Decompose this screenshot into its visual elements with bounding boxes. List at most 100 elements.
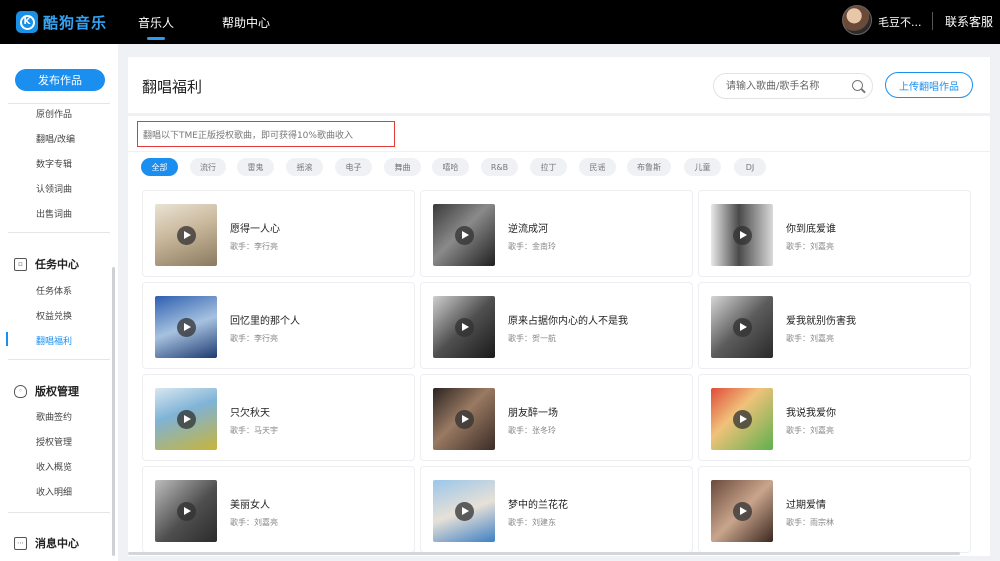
genre-chip-electronic[interactable]: 电子 [335,158,372,176]
genre-chip-all[interactable]: 全部 [141,158,178,176]
album-cover [155,204,217,266]
sidebar-scrollbar[interactable] [112,267,115,556]
song-card[interactable]: 愿得一人心 歌手：李行亮 [142,190,415,277]
play-icon[interactable] [177,410,196,429]
horizontal-scrollbar[interactable] [128,552,960,555]
sidebar-section-task-center[interactable]: ▫ 任务中心 [14,256,79,272]
sidebar-item-rights-exchange[interactable]: 权益兑换 [36,309,72,322]
top-bar: K 酷狗音乐 音乐人 帮助中心 毛豆不... 联系客服 [0,0,1000,44]
song-card[interactable]: 逆流成河 歌手：金南玲 [420,190,693,277]
album-cover [711,204,773,266]
song-singer: 歌手：金南玲 [508,242,556,251]
active-indicator [6,332,8,346]
album-cover [433,480,495,542]
genre-chip-rock[interactable]: 摇滚 [286,158,323,176]
sidebar-item-income-overview[interactable]: 收入概览 [36,460,72,473]
sidebar-section-messages[interactable]: ⋯ 消息中心 [14,535,79,551]
song-singer: 歌手：刘嘉亮 [230,518,278,527]
genre-chip-blues[interactable]: 布鲁斯 [627,158,671,176]
album-cover [711,480,773,542]
shield-icon: ◦ [14,384,27,398]
play-icon[interactable] [455,226,474,245]
main-panel: 翻唱以下TME正版授权歌曲，即可获得10%歌曲收入 全部 流行 雷鬼 摇滚 电子… [128,116,990,556]
song-card[interactable]: 你到底爱谁 歌手：刘嘉亮 [698,190,971,277]
genre-chip-rnb[interactable]: R&B [481,158,518,176]
album-cover [711,296,773,358]
song-title: 爱我就别伤害我 [786,316,856,327]
song-card[interactable]: 回忆里的那个人 歌手：李行亮 [142,282,415,369]
sidebar-item-license-mgmt[interactable]: 授权管理 [36,435,72,448]
song-card[interactable]: 原来占据你内心的人不是我 歌手：贺一航 [420,282,693,369]
sidebar-item-task-system[interactable]: 任务体系 [36,284,72,297]
page-title: 翻唱福利 [142,78,203,96]
album-cover [433,296,495,358]
song-card[interactable]: 梦中的兰花花 歌手：刘建东 [420,466,693,553]
song-card[interactable]: 我说我爱你 歌手：刘嘉亮 [698,374,971,461]
sidebar-item-sell-songs[interactable]: 出售词曲 [36,207,72,220]
calendar-icon: ▫ [14,257,27,271]
genre-chip-pop[interactable]: 流行 [190,158,226,176]
song-title: 美丽女人 [230,500,270,511]
sidebar-item-claim-songs[interactable]: 认领词曲 [36,182,72,195]
search-input[interactable] [726,78,848,94]
album-cover [155,480,217,542]
album-cover [433,388,495,450]
username[interactable]: 毛豆不... [878,14,922,30]
genre-chip-dance[interactable]: 舞曲 [384,158,421,176]
song-singer: 歌手：李行亮 [230,334,278,343]
song-singer: 歌手：雨宗林 [786,518,834,527]
song-singer: 歌手：刘建东 [508,518,556,527]
divider [128,151,990,152]
song-singer: 歌手：刘嘉亮 [786,426,834,435]
avatar[interactable] [842,5,872,35]
song-card[interactable]: 过期爱情 歌手：雨宗林 [698,466,971,553]
play-icon[interactable] [733,502,752,521]
genre-chip-latin[interactable]: 拉丁 [530,158,567,176]
page-header: 翻唱福利 上传翻唱作品 [128,57,990,113]
song-card[interactable]: 只欠秋天 歌手：马天宇 [142,374,415,461]
genre-chip-reggae[interactable]: 雷鬼 [237,158,274,176]
song-title: 你到底爱谁 [786,224,836,235]
album-cover [711,388,773,450]
search-box[interactable] [713,73,873,99]
genre-chip-folk[interactable]: 民谣 [579,158,616,176]
upload-cover-button[interactable]: 上传翻唱作品 [885,72,973,98]
song-card[interactable]: 爱我就别伤害我 歌手：刘嘉亮 [698,282,971,369]
song-title: 愿得一人心 [230,224,280,235]
topnav-musician[interactable]: 音乐人 [138,0,174,44]
play-icon[interactable] [177,502,196,521]
genre-chip-hiphop[interactable]: 嘻哈 [432,158,469,176]
album-cover [433,204,495,266]
play-icon[interactable] [733,226,752,245]
song-singer: 歌手：贺一航 [508,334,556,343]
song-card[interactable]: 朋友醉一场 歌手：张冬玲 [420,374,693,461]
kugou-logo-icon: K [16,11,38,33]
sidebar-item-song-contract[interactable]: 歌曲签约 [36,410,72,423]
album-cover [155,388,217,450]
play-icon[interactable] [455,410,474,429]
sidebar-item-cover-welfare[interactable]: 翻唱福利 [36,334,72,347]
play-icon[interactable] [733,318,752,337]
logo[interactable]: K 酷狗音乐 [16,8,107,36]
sidebar-item-income-detail[interactable]: 收入明细 [36,485,72,498]
topnav-help-center[interactable]: 帮助中心 [222,0,270,44]
sidebar-item-digital-album[interactable]: 数字专辑 [36,157,72,170]
song-card[interactable]: 美丽女人 歌手：刘嘉亮 [142,466,415,553]
play-icon[interactable] [177,318,196,337]
sidebar-item-original[interactable]: 原创作品 [36,107,72,120]
genre-chip-children[interactable]: 儿童 [684,158,721,176]
play-icon[interactable] [455,502,474,521]
publish-button[interactable]: 发布作品 [15,69,105,91]
search-icon[interactable] [852,80,863,91]
play-icon[interactable] [455,318,474,337]
play-icon[interactable] [733,410,752,429]
genre-chip-dj[interactable]: DJ [734,158,766,176]
song-title: 梦中的兰花花 [508,500,568,511]
sidebar-section-copyright[interactable]: ◦ 版权管理 [14,383,79,399]
song-title: 只欠秋天 [230,408,270,419]
sidebar-item-cover-adapt[interactable]: 翻唱/改编 [36,132,75,145]
song-title: 过期爱情 [786,500,826,511]
contact-service-link[interactable]: 联系客服 [945,13,993,30]
divider [8,103,110,104]
play-icon[interactable] [177,226,196,245]
